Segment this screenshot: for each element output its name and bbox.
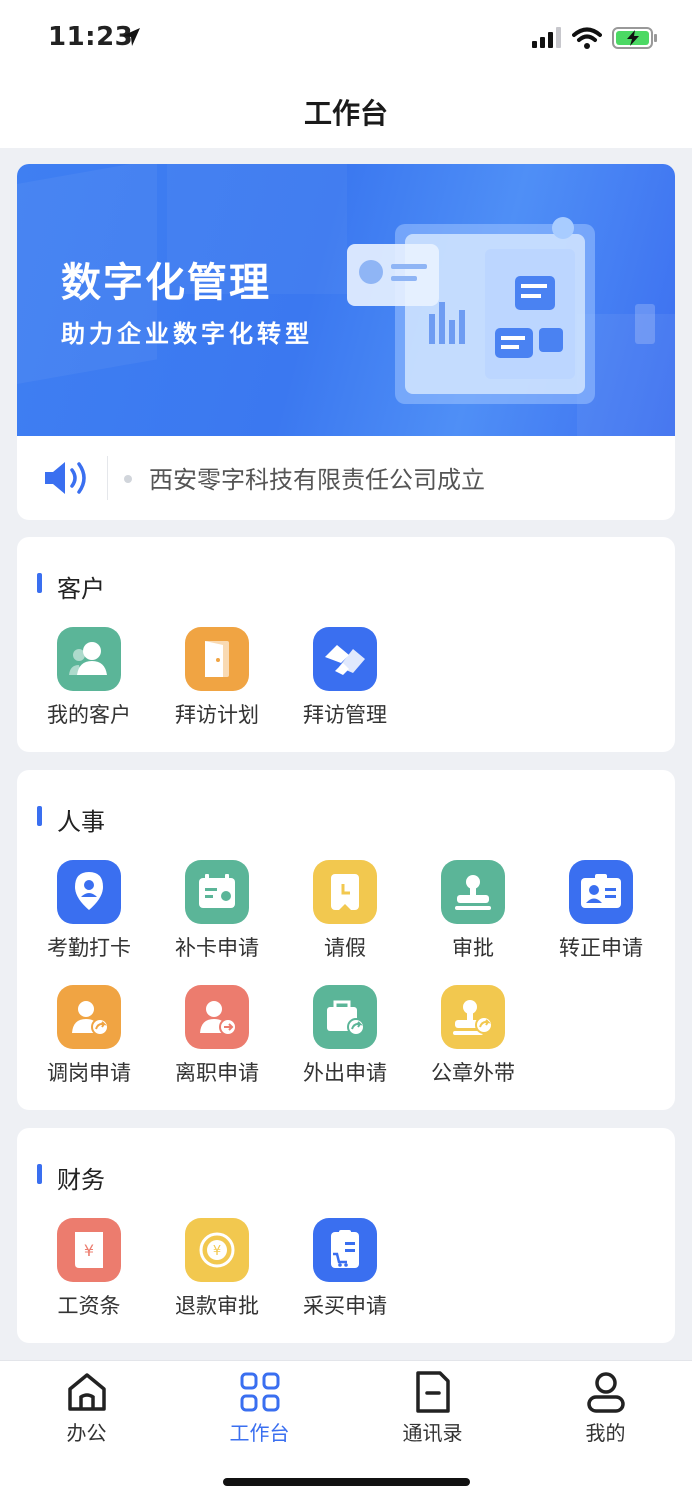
app-transfer-request[interactable]: 调岗申请 (25, 985, 153, 1095)
app-seal-takeout[interactable]: 公章外带 (409, 985, 537, 1095)
tab-label: 通讯录 (402, 1421, 463, 1445)
app-visit-plan[interactable]: 拜访计划 (153, 627, 281, 737)
app-label: 拜访管理 (303, 703, 387, 727)
app-label: 我的客户 (47, 703, 131, 727)
banner-card: 数字化管理 助力企业数字化转型 西安零字科技有限责任公司成立 (17, 164, 675, 520)
app-approval[interactable]: 审批 (409, 860, 537, 970)
app-purchase-request[interactable]: 采买申请 (281, 1218, 409, 1328)
cellular-signal-icon (532, 27, 561, 48)
section-accent-bar (37, 1164, 42, 1184)
nav-bar: 工作台 (0, 80, 692, 148)
page-title: 工作台 (303, 97, 388, 130)
svg-text:¥: ¥ (213, 1244, 221, 1259)
section-finance: 财务 ¥ 工资条 ¥ 退款审批 采买申请 (17, 1128, 675, 1343)
app-refund-approval[interactable]: ¥ 退款审批 (153, 1218, 281, 1328)
app-label: 离职申请 (175, 1061, 259, 1085)
refund-icon: ¥ (185, 1218, 249, 1282)
user-leave-icon (185, 985, 249, 1049)
app-label: 外出申请 (303, 1061, 387, 1085)
section-title: 人事 (57, 808, 105, 836)
seal-out-icon (441, 985, 505, 1049)
tab-workbench[interactable]: 工作台 (173, 1361, 346, 1451)
contacts-icon (416, 1371, 450, 1413)
id-card-icon (569, 860, 633, 924)
app-payslip[interactable]: ¥ 工资条 (25, 1218, 153, 1328)
clock-doc-icon (313, 860, 377, 924)
app-label: 请假 (324, 936, 366, 960)
svg-text:¥: ¥ (84, 1241, 94, 1260)
banner-subtitle: 助力企业数字化转型 (61, 320, 313, 348)
app-regularization[interactable]: 转正申请 (537, 860, 665, 970)
card-icon (185, 860, 249, 924)
app-label: 拜访计划 (175, 703, 259, 727)
user-transfer-icon (57, 985, 121, 1049)
briefcase-out-icon (313, 985, 377, 1049)
app-resignation[interactable]: 离职申请 (153, 985, 281, 1095)
salary-slip-icon: ¥ (57, 1218, 121, 1282)
location-pin-icon (57, 860, 121, 924)
app-label: 转正申请 (559, 936, 643, 960)
section-title: 财务 (57, 1166, 105, 1194)
customer-icon (57, 627, 121, 691)
app-my-customers[interactable]: 我的客户 (25, 627, 153, 737)
app-outing-request[interactable]: 外出申请 (281, 985, 409, 1095)
app-leave-request[interactable]: 请假 (281, 860, 409, 970)
wifi-icon (572, 27, 602, 49)
tab-mine[interactable]: 我的 (519, 1361, 692, 1451)
section-hr: 人事 考勤打卡 补卡申请 请假 审批 转正申请 调岗申请 离职申请 外出申请 公… (17, 770, 675, 1110)
app-card-reissue[interactable]: 补卡申请 (153, 860, 281, 970)
grid-icon (240, 1372, 280, 1412)
app-attendance-checkin[interactable]: 考勤打卡 (25, 860, 153, 970)
section-accent-bar (37, 573, 42, 593)
dashboard-illustration-icon (347, 217, 655, 404)
status-bar: 11:23 (0, 0, 692, 80)
notice-bar[interactable]: 西安零字科技有限责任公司成立 (17, 436, 675, 520)
battery-charging-icon (612, 27, 657, 49)
banner-title: 数字化管理 (61, 260, 271, 306)
tab-label: 我的 (585, 1421, 626, 1445)
tab-label: 办公 (66, 1421, 107, 1445)
home-icon (68, 1373, 106, 1411)
banner[interactable]: 数字化管理 助力企业数字化转型 (17, 164, 675, 436)
home-indicator (223, 1478, 470, 1486)
notice-divider (107, 456, 108, 500)
app-visit-management[interactable]: 拜访管理 (281, 627, 409, 737)
app-label: 调岗申请 (47, 1061, 131, 1085)
user-icon (587, 1372, 625, 1413)
section-accent-bar (37, 806, 42, 826)
handshake-icon (313, 627, 377, 691)
stamp-icon (441, 860, 505, 924)
notice-text: 西安零字科技有限责任公司成立 (149, 466, 485, 494)
app-label: 公章外带 (431, 1061, 515, 1085)
tab-contacts[interactable]: 通讯录 (346, 1361, 519, 1451)
app-label: 采买申请 (303, 1294, 387, 1318)
location-arrow-icon (122, 28, 140, 46)
door-icon (185, 627, 249, 691)
tab-office[interactable]: 办公 (0, 1361, 173, 1451)
app-label: 审批 (452, 936, 494, 960)
notice-dot (124, 475, 132, 483)
speaker-icon (45, 462, 86, 494)
section-title: 客户 (57, 575, 105, 603)
app-label: 退款审批 (175, 1294, 259, 1318)
tab-label: 工作台 (229, 1421, 290, 1445)
section-customer: 客户 我的客户 拜访计划 拜访管理 (17, 537, 675, 752)
app-label: 补卡申请 (175, 936, 259, 960)
app-label: 工资条 (57, 1294, 121, 1318)
purchase-icon (313, 1218, 377, 1282)
app-label: 考勤打卡 (47, 936, 131, 960)
